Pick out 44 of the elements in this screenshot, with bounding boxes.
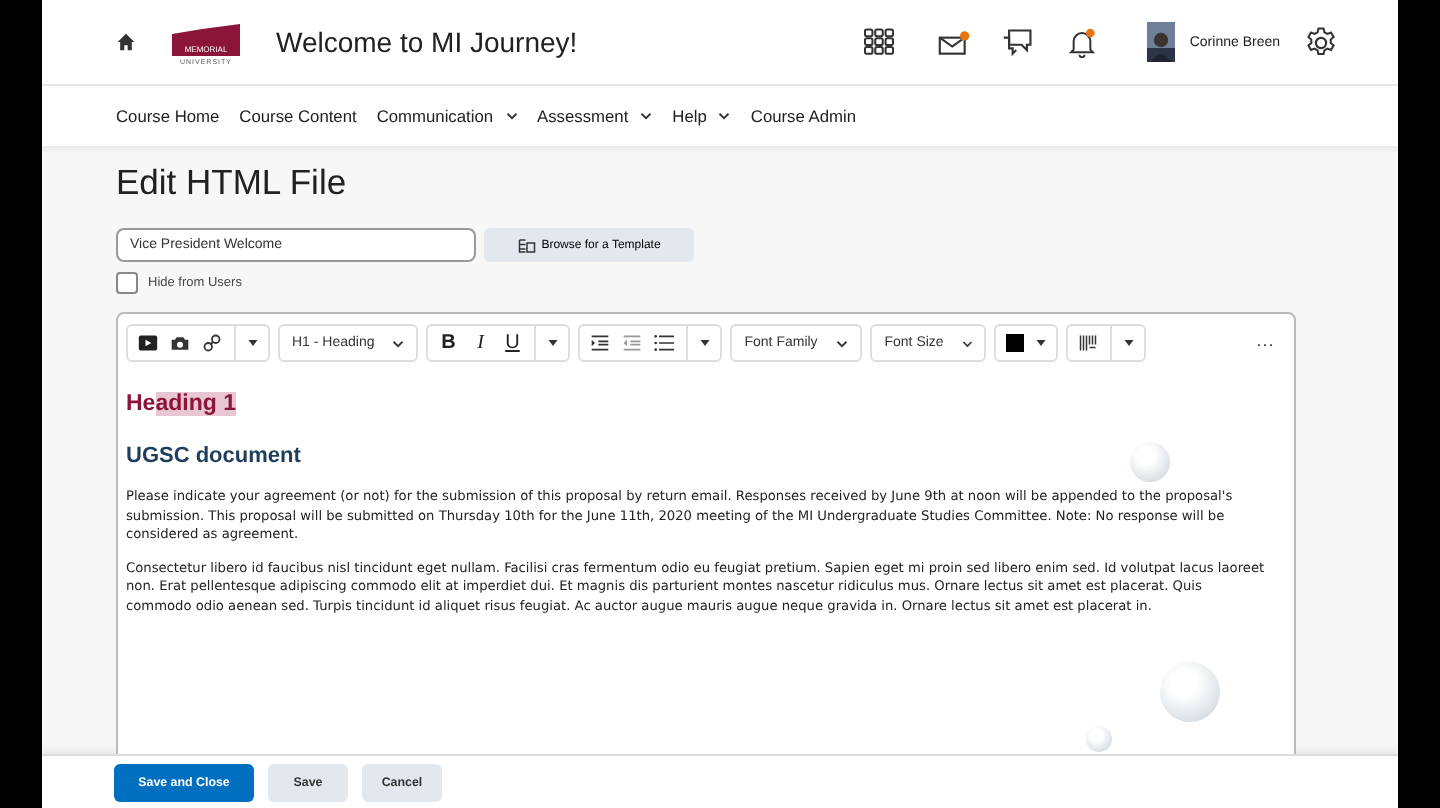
indent-icon[interactable] [590,334,611,352]
chevron-icon[interactable] [718,112,731,120]
caret-icon[interactable] [1036,340,1047,346]
nav-link[interactable]: Course Admin [750,106,856,126]
home-icon[interactable] [116,32,136,52]
chevron-icon[interactable] [505,112,518,120]
nav-link[interactable]: Help [672,106,731,126]
outdent-icon[interactable] [622,334,643,352]
bubble [1160,662,1220,722]
checkbox[interactable] [116,272,138,294]
more-button[interactable]: ··· [1256,333,1274,353]
caret-icon[interactable] [700,340,711,346]
bubble [1130,442,1170,482]
grid-icon[interactable] [863,28,894,56]
camera-icon[interactable] [170,334,190,352]
chat-icon[interactable] [1001,27,1034,57]
underline-button[interactable]: U [502,332,523,354]
page-title: Edit HTML File [116,162,349,204]
bold-button[interactable]: B [438,332,459,354]
course-title: Welcome to MI Journey! [276,26,578,58]
template-icon [517,237,536,253]
bubble [1086,726,1112,752]
document-heading: Heading 1 [126,392,236,416]
list-icon[interactable] [654,334,675,352]
chevron-icon[interactable] [640,112,653,120]
caret-icon[interactable] [248,340,258,346]
link-icon[interactable] [202,334,222,352]
chevron-icon [836,339,849,347]
document-subheading: UGSC document [126,444,301,468]
italic-button[interactable]: I [470,332,491,354]
chevron-icon [392,339,405,347]
text-color-swatch[interactable] [1006,334,1025,352]
bell-icon[interactable] [1065,27,1098,57]
video-icon[interactable] [138,334,158,352]
settings-icon[interactable] [1304,25,1338,59]
chevron-icon [961,339,973,347]
nav-link[interactable]: Course Home [116,106,220,126]
nav-link[interactable]: Course Content [239,106,357,126]
nav-link[interactable]: Communication [376,106,518,126]
caret-icon[interactable] [548,340,559,346]
nav-link[interactable]: Assessment [537,106,653,126]
caret-icon[interactable] [1124,340,1135,346]
mail-icon[interactable] [937,27,970,57]
table-icon[interactable] [1078,334,1099,352]
